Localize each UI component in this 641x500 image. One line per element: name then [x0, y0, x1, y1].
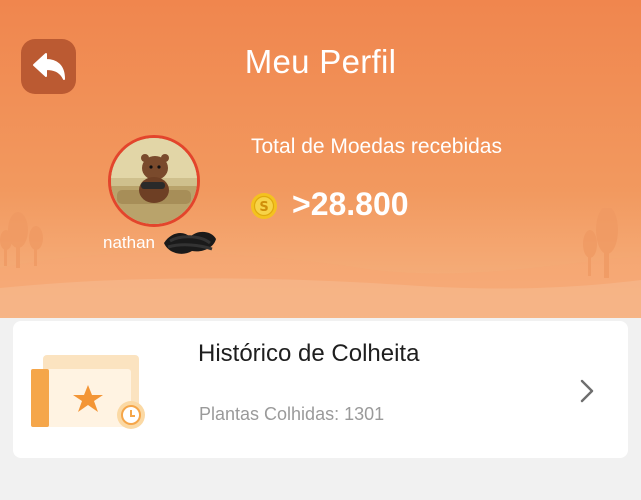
- username: nathan: [103, 233, 155, 252]
- plants-harvested-count: Plantas Colhidas: 1301: [199, 404, 385, 424]
- svg-text:S: S: [259, 200, 268, 215]
- coin-icon: S: [251, 193, 277, 219]
- profile-header: Meu Perfil nathan Total de Moedas recebi…: [0, 0, 641, 318]
- redaction-scribble: [164, 231, 216, 254]
- harvest-history-icon: [31, 355, 145, 429]
- harvest-history-card[interactable]: Histórico de Colheita Plantas Colhidas: …: [13, 321, 628, 458]
- card-title: Histórico de Colheita: [198, 340, 420, 367]
- avatar-image: [111, 138, 197, 224]
- coins-value: >28.800: [292, 186, 409, 222]
- landscape-decoration: [0, 208, 641, 318]
- avatar[interactable]: [108, 135, 200, 227]
- chevron-right-icon[interactable]: [579, 378, 595, 404]
- page-title: Meu Perfil: [244, 43, 397, 80]
- coins-label: Total de Moedas recebidas: [251, 135, 502, 158]
